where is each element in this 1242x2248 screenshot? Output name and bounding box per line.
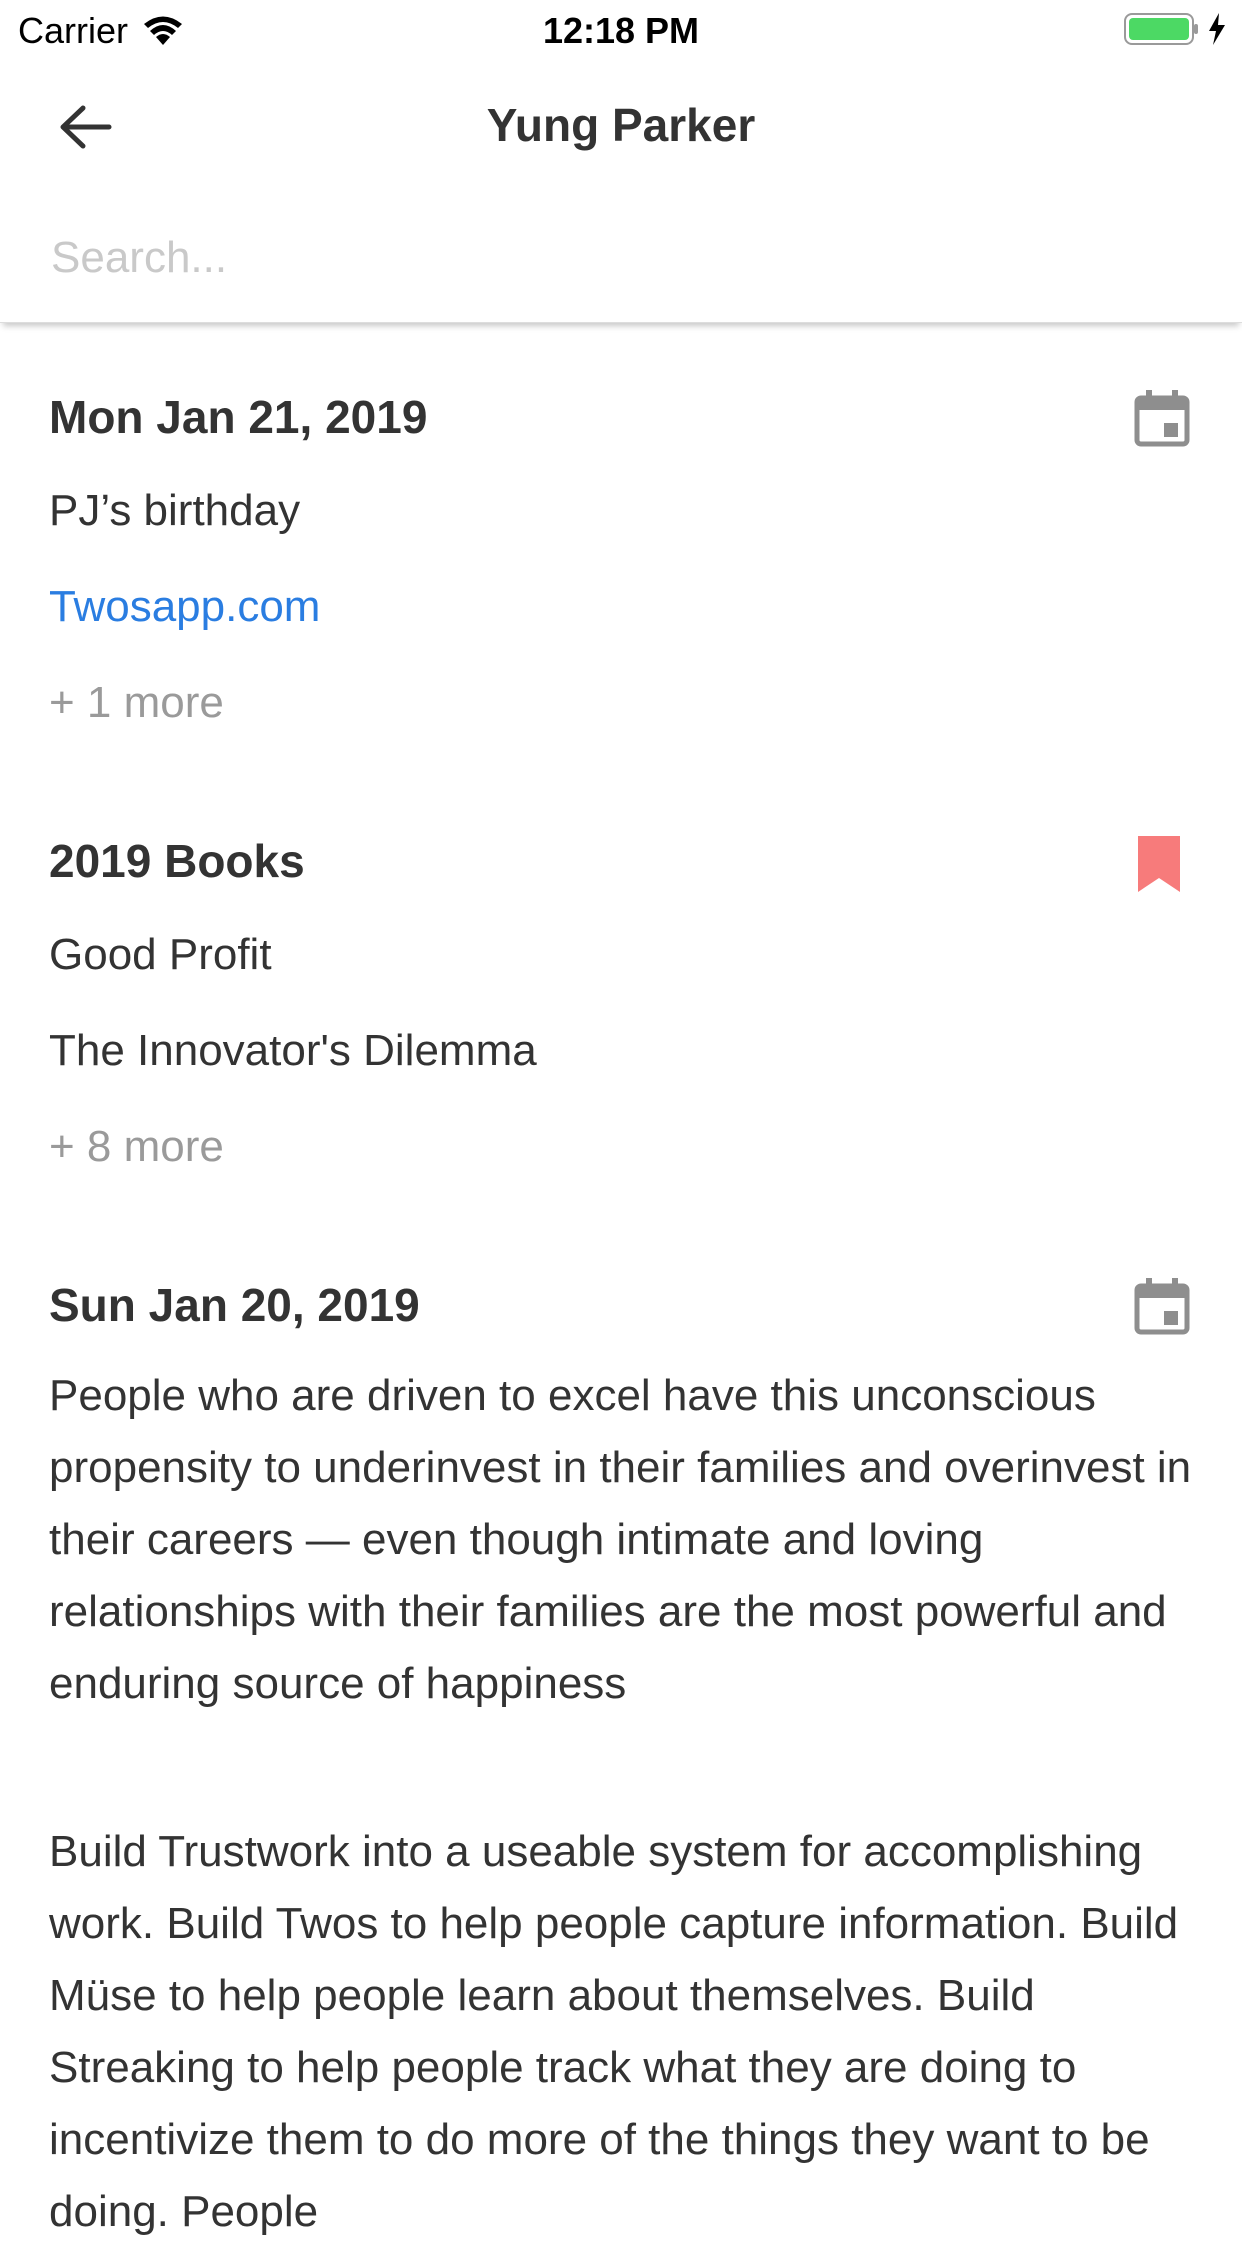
note-paragraph: Build Trustwork into a useable system fo…: [49, 1827, 1179, 2236]
card-title: 2019 Books: [49, 835, 305, 887]
search-input[interactable]: [49, 222, 1193, 294]
card-title: Sun Jan 20, 2019: [49, 1279, 420, 1331]
list-item: The Innovator's Dilemma: [49, 1026, 537, 1075]
entry-card-date[interactable]: Sun Jan 20, 2019 People who are driven t…: [0, 1268, 1242, 2236]
bookmark-icon: [1138, 836, 1180, 892]
link-item[interactable]: Twosapp.com: [49, 582, 320, 632]
battery-indicator: [1124, 12, 1228, 46]
navigation-bar: Yung Parker: [0, 62, 1242, 192]
more-link[interactable]: + 8 more: [49, 1122, 224, 1172]
status-bar: Carrier 12:18 PM: [0, 0, 1242, 62]
entry-card-date[interactable]: Mon Jan 21, 2019 PJ’s birthday Twosapp.c…: [0, 380, 1242, 750]
battery-icon: [1124, 13, 1198, 45]
card-title: Mon Jan 21, 2019: [49, 391, 428, 443]
search-bar: [0, 192, 1242, 323]
calendar-icon: [1134, 1278, 1190, 1335]
page-title: Yung Parker: [486, 99, 756, 151]
calendar-icon: [1134, 390, 1190, 447]
more-link[interactable]: + 1 more: [49, 678, 224, 728]
charging-bolt-icon: [1209, 13, 1225, 45]
list-item: Good Profit: [49, 930, 272, 979]
note-paragraph: People who are driven to excel have this…: [49, 1371, 1192, 1708]
list-item: PJ’s birthday: [49, 486, 301, 535]
entry-card-list[interactable]: 2019 Books Good Profit The Innovator's D…: [0, 824, 1242, 1194]
status-time: 12:18 PM: [542, 10, 700, 51]
